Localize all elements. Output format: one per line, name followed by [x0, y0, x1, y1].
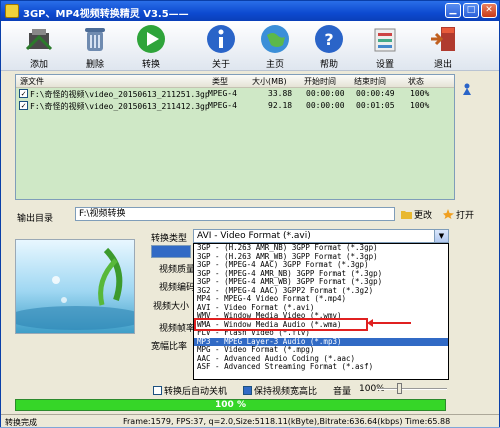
status-text: 转换完成	[5, 418, 37, 427]
folder-icon	[401, 211, 412, 219]
open-dir-label: 打开	[456, 211, 475, 221]
exit-button[interactable]: 退出	[421, 23, 465, 70]
video-codec-label: 视频编码	[159, 283, 196, 293]
keep-ratio-label: 保持视频宽高比	[254, 387, 318, 397]
row-start: 00:00:00	[306, 89, 345, 98]
keep-ratio-checkbox[interactable]	[243, 386, 252, 395]
format-dropdown-list[interactable]: 3GP - (H.263 AMR_NB) 3GPP Format (*.3gp)…	[193, 243, 449, 380]
convert-type-value: AVI - Video Format (*.avi)	[197, 231, 311, 241]
convert-type-select[interactable]: AVI - Video Format (*.avi) ▼	[193, 229, 449, 243]
table-row[interactable]: ✓ F:\奇怪的视频\video_20150613_211251.3gp MPE…	[16, 88, 454, 100]
row-end: 00:01:05	[356, 101, 395, 110]
water-leaf-image	[16, 247, 134, 330]
settings-icon	[374, 28, 396, 52]
globe-icon	[261, 25, 289, 53]
svg-text:?: ?	[324, 30, 333, 49]
open-dir-button[interactable]: 打开	[443, 208, 474, 222]
help-button[interactable]: ? 帮助	[307, 23, 351, 70]
convert-label: 转换	[141, 60, 160, 70]
window-title: 3GP、MP4视频转换精灵 V3.5——	[23, 9, 189, 20]
status-info: Frame:1579, FPS:37, q=2.0,Size:5118.11(k…	[123, 417, 451, 426]
open-icon	[443, 209, 454, 219]
table-row[interactable]: ✓ F:\奇怪的视频\video_20150613_211412.3gp MPE…	[16, 100, 454, 112]
header-type[interactable]: 类型	[212, 76, 228, 87]
status-bar: 转换完成 Frame:1579, FPS:37, q=2.0,Size:5118…	[1, 414, 499, 427]
home-label: 主页	[265, 60, 284, 70]
output-dir-label: 输出目录	[17, 214, 54, 224]
row-size: 33.88	[268, 89, 293, 98]
row-name: F:\奇怪的视频\video_20150613_211251.3gp	[30, 90, 210, 99]
video-size-label: 视频大小	[153, 302, 190, 312]
row-type: MPEG-4	[208, 89, 237, 98]
toolbar: 添加 删除 转换 关于 主页 ? 帮助 设置 退出	[1, 21, 499, 71]
add-label: 添加	[29, 60, 48, 70]
header-size[interactable]: 大小(MB)	[252, 76, 287, 87]
header-start[interactable]: 开始时间	[304, 76, 336, 87]
minimize-button[interactable]: ▁	[445, 3, 461, 18]
about-button[interactable]: 关于	[199, 23, 243, 70]
help-icon: ?	[315, 25, 343, 53]
shutdown-label: 转换后自动关机	[164, 387, 228, 397]
list-item[interactable]: ASF - Advanced Streaming Format (*.asf)	[194, 362, 448, 372]
progress-bar: 100 %	[15, 399, 446, 411]
volume-label: 音量	[333, 387, 352, 397]
row-size: 92.18	[268, 101, 293, 110]
title-bar: 3GP、MP4视频转换精灵 V3.5—— ▁ □ ✕	[1, 1, 499, 21]
change-dir-button[interactable]: 更改	[401, 208, 432, 222]
keep-ratio-option[interactable]: 保持视频宽高比	[243, 384, 317, 397]
delete-button[interactable]: 删除	[73, 23, 117, 70]
arrow-marker	[367, 319, 411, 327]
video-preview	[15, 239, 135, 334]
row-checkbox[interactable]: ✓	[19, 89, 28, 98]
app-icon	[5, 4, 19, 18]
shutdown-option[interactable]: 转换后自动关机	[153, 384, 227, 397]
row-checkbox[interactable]: ✓	[19, 101, 28, 110]
left-combo-highlight[interactable]	[151, 245, 191, 258]
close-button[interactable]: ✕	[481, 3, 497, 18]
exit-label: 退出	[433, 60, 452, 70]
convert-button[interactable]: 转换	[129, 23, 173, 70]
about-label: 关于	[211, 60, 230, 70]
header-source[interactable]: 源文件	[20, 76, 44, 87]
play-icon	[137, 25, 165, 53]
row-type: MPEG-4	[208, 101, 237, 110]
app-window: 3GP、MP4视频转换精灵 V3.5—— ▁ □ ✕ 添加 删除 转换 关于 主…	[0, 0, 500, 427]
highlight-marker	[194, 318, 368, 331]
home-button[interactable]: 主页	[253, 23, 297, 70]
shutdown-checkbox[interactable]	[153, 386, 162, 395]
settings-button[interactable]: 设置	[363, 23, 407, 70]
chevron-down-icon[interactable]: ▼	[434, 230, 448, 242]
output-dir-field[interactable]: F:\视频转换	[75, 207, 395, 221]
row-start: 00:00:00	[306, 101, 345, 110]
add-file-icon	[25, 29, 53, 51]
convert-type-label: 转换类型	[151, 234, 188, 244]
video-fps-label: 视频帧率	[159, 324, 196, 334]
person-icon[interactable]	[461, 83, 473, 95]
trash-icon	[85, 28, 105, 51]
settings-label: 设置	[375, 60, 394, 70]
file-list[interactable]: 源文件 类型 大小(MB) 开始时间 结束时间 状态 ✓ F:\奇怪的视频\vi…	[15, 74, 455, 200]
maximize-button[interactable]: □	[463, 3, 479, 18]
info-icon	[207, 25, 235, 53]
add-button[interactable]: 添加	[17, 23, 61, 70]
file-list-header: 源文件 类型 大小(MB) 开始时间 结束时间 状态	[16, 75, 454, 88]
header-end[interactable]: 结束时间	[354, 76, 386, 87]
help-label: 帮助	[319, 60, 338, 70]
delete-label: 删除	[85, 60, 104, 70]
row-status: 100%	[410, 89, 430, 98]
row-status: 100%	[410, 101, 430, 110]
change-dir-label: 更改	[414, 211, 433, 221]
video-quality-label: 视频质量	[159, 265, 196, 275]
volume-slider[interactable]	[377, 383, 447, 394]
exit-icon	[431, 27, 455, 51]
row-name: F:\奇怪的视频\video_20150613_211412.3gp	[30, 102, 210, 111]
aspect-ratio-label: 宽幅比率	[151, 342, 188, 352]
header-status[interactable]: 状态	[408, 76, 424, 87]
volume-slider-thumb[interactable]	[397, 383, 402, 394]
row-end: 00:00:49	[356, 89, 395, 98]
